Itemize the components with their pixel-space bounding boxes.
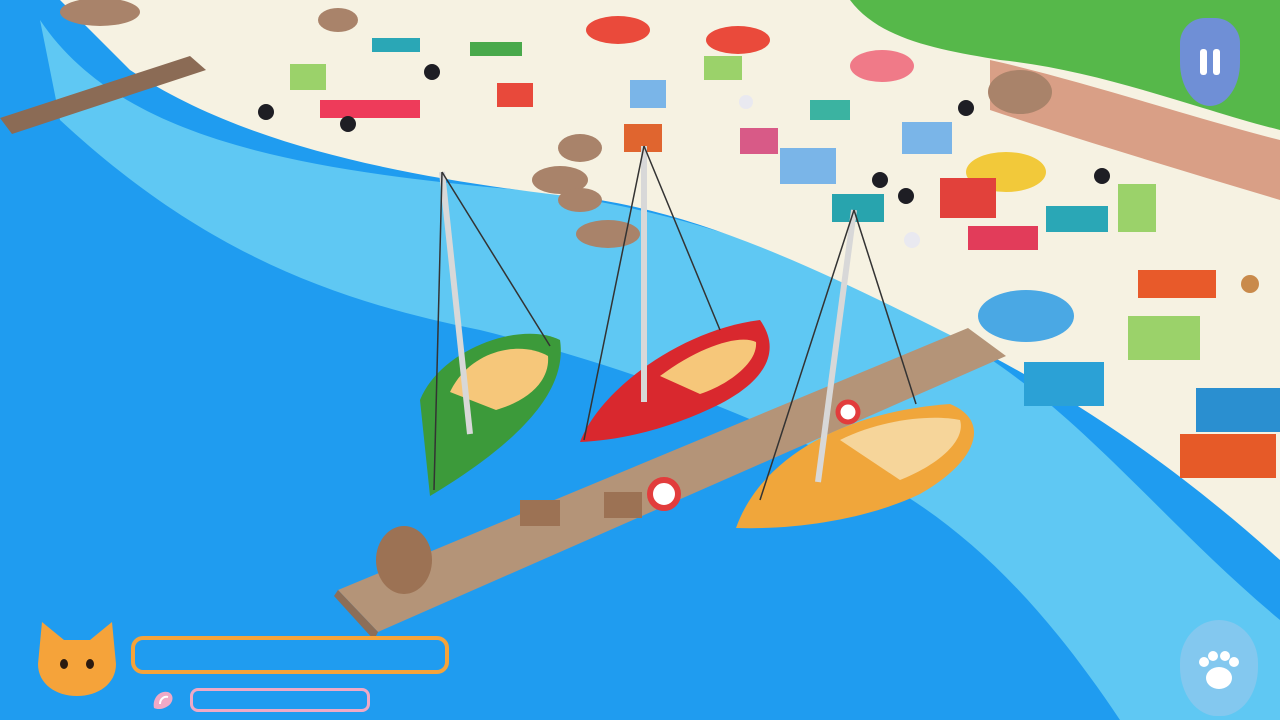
life-ring [835,399,861,425]
crate [604,492,642,518]
main-progress-bar [131,636,449,674]
pause-button[interactable] [1180,18,1240,106]
cat-head-icon [38,622,116,696]
game-scene [0,0,1280,720]
shell-icon [153,691,173,710]
barrel [376,526,432,594]
pause-icon [1200,49,1207,75]
paw-icon [1199,651,1239,689]
paw-button[interactable] [1180,620,1258,716]
crate [520,500,560,526]
life-ring [647,477,681,511]
pause-icon-bar [1213,49,1220,75]
shell-progress-bar [190,688,370,712]
